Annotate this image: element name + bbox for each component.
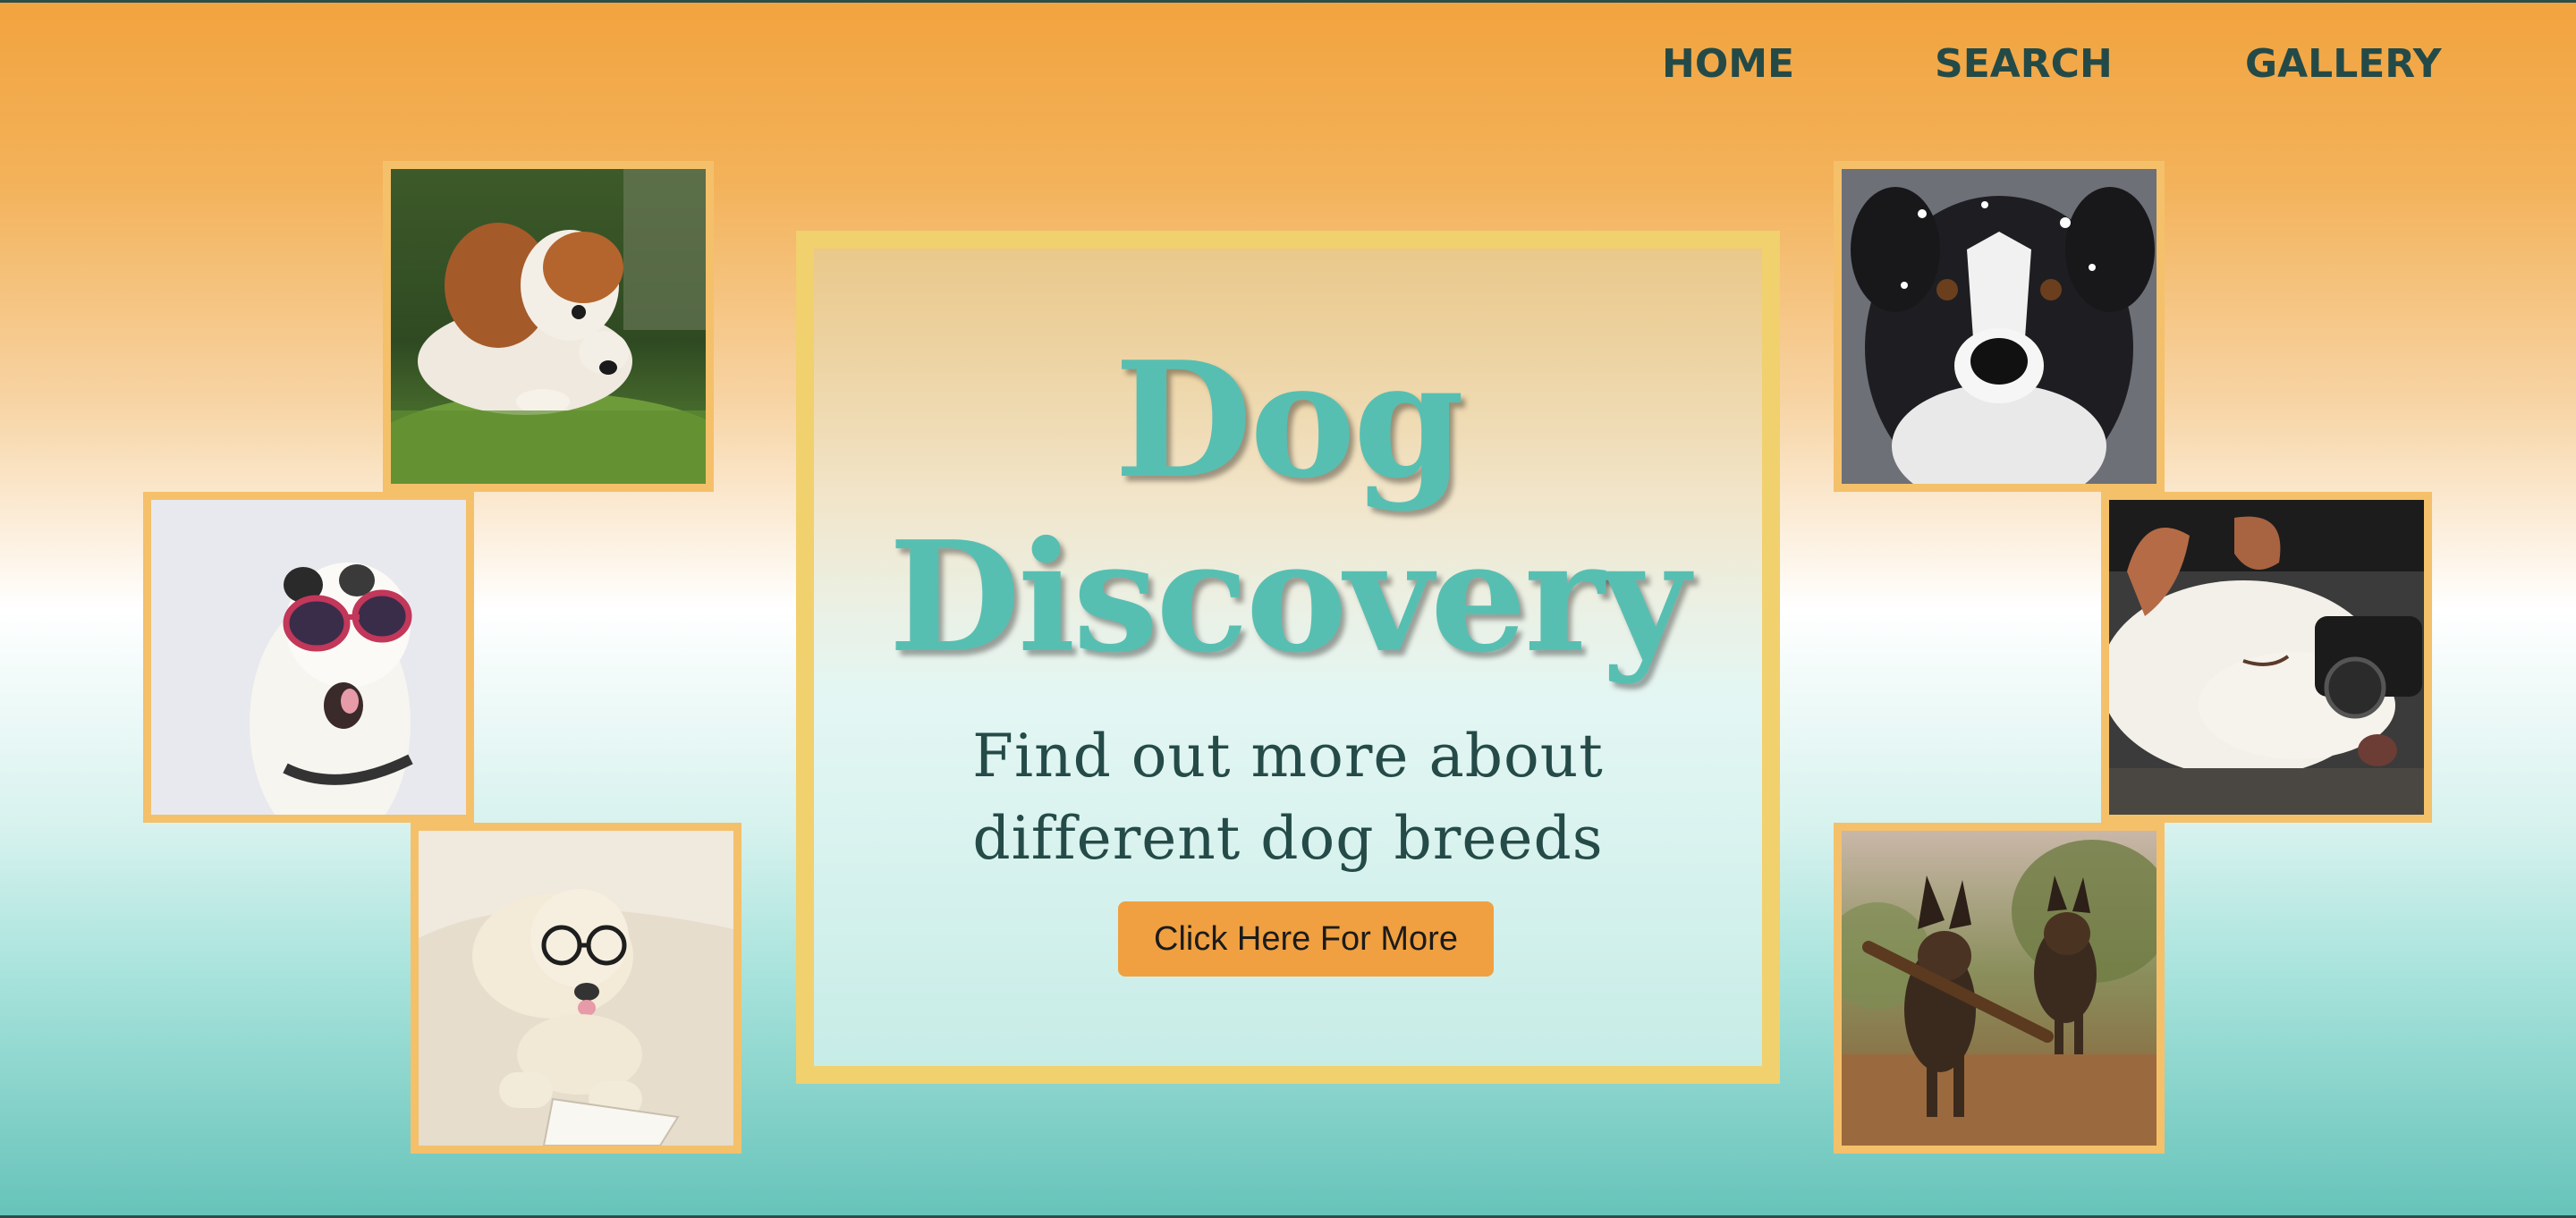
page-background: HOME SEARCH GALLERY Dog Discovery Find o… — [0, 0, 2576, 1218]
sleeping-dog-with-camera-image — [2109, 500, 2424, 815]
hero-subtitle: Find out more about different dog breeds — [814, 715, 1762, 880]
photo-puppy-in-grass — [383, 161, 714, 492]
two-shepherds-with-stick-image — [1842, 831, 2157, 1146]
puppy-in-grass-image — [391, 169, 706, 484]
hero-panel: Dog Discovery Find out more about differ… — [796, 231, 1780, 1084]
border-collie-in-snow-image — [1842, 169, 2157, 484]
click-here-for-more-button[interactable]: Click Here For More — [1118, 901, 1494, 977]
photo-dog-with-sunglasses — [143, 492, 474, 823]
nav-gallery-link[interactable]: GALLERY — [2245, 39, 2442, 89]
dog-with-sunglasses-image — [151, 500, 466, 815]
nav-search-link[interactable]: SEARCH — [1935, 39, 2113, 89]
hero-subtitle-line-2: different dog breeds — [972, 804, 1604, 873]
dog-with-glasses-on-bed-image — [419, 831, 733, 1146]
hero-title-line-2: Discovery — [888, 508, 1690, 687]
nav-home-link[interactable]: HOME — [1662, 39, 1794, 89]
photo-dog-with-glasses-on-bed — [411, 823, 741, 1154]
photo-border-collie-in-snow — [1834, 161, 2165, 492]
photo-two-shepherds-with-stick — [1834, 823, 2165, 1154]
top-border-line — [0, 0, 2576, 3]
hero-subtitle-line-1: Find out more about — [972, 722, 1604, 791]
photo-sleeping-dog-with-camera — [2101, 492, 2432, 823]
hero-title-line-1: Dog — [1114, 326, 1465, 513]
